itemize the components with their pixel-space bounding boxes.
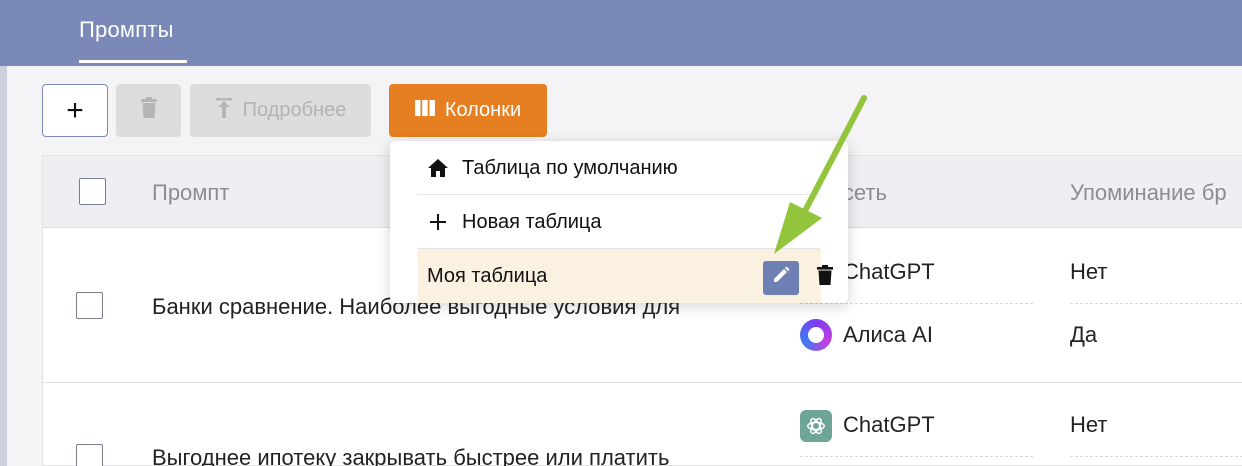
- mention-cell: Нет: [1070, 412, 1108, 437]
- active-tab-indicator: [79, 60, 187, 63]
- network-cell: ChatGPT: [843, 412, 935, 437]
- menu-item-label: Таблица по умолчанию: [462, 156, 678, 179]
- entry-divider: [1070, 303, 1242, 304]
- trash-icon: [817, 265, 833, 291]
- delete-table-button[interactable]: [810, 261, 840, 295]
- trash-icon: [140, 96, 158, 125]
- column-header-mention[interactable]: Упоминание бр: [1070, 180, 1227, 206]
- delete-button[interactable]: [116, 84, 181, 137]
- column-header-prompt[interactable]: Промпт: [152, 180, 229, 206]
- alice-icon: [800, 319, 832, 351]
- entry-divider: [800, 456, 1033, 457]
- mention-cell: Нет: [1070, 259, 1108, 284]
- row-divider: [43, 382, 1242, 383]
- columns-label: Колонки: [444, 99, 522, 121]
- network-cell: ChatGPT: [843, 259, 935, 284]
- row-checkbox[interactable]: [76, 292, 103, 319]
- left-edge: [0, 66, 7, 466]
- row-checkbox[interactable]: [76, 444, 103, 466]
- entry-divider: [1070, 456, 1242, 457]
- columns-icon: [414, 99, 435, 122]
- tab-prompts[interactable]: Промпты: [79, 17, 174, 43]
- add-button[interactable]: +: [42, 84, 108, 137]
- saved-table-label: Моя таблица: [427, 264, 548, 287]
- top-bar: Промпты: [0, 0, 1242, 66]
- select-all-checkbox[interactable]: [79, 178, 106, 205]
- upload-icon: [215, 97, 233, 125]
- network-cell: Алиса AI: [843, 322, 933, 347]
- menu-item-label: Новая таблица: [462, 210, 602, 233]
- annotation-arrow: [774, 95, 867, 254]
- chatgpt-icon: [800, 410, 832, 442]
- columns-button[interactable]: Колонки: [389, 84, 547, 137]
- prompt-cell[interactable]: Выгоднее ипотеку закрывать быстрее или п…: [152, 445, 669, 466]
- add-label: +: [66, 93, 84, 127]
- home-icon: [426, 156, 450, 180]
- edit-table-button[interactable]: [763, 261, 799, 295]
- mention-cell: Да: [1070, 322, 1098, 347]
- details-button[interactable]: Подробнее: [190, 84, 371, 137]
- pencil-icon: [772, 266, 790, 290]
- details-label: Подробнее: [242, 99, 347, 121]
- entry-divider: [800, 303, 1033, 304]
- plus-icon: [426, 210, 450, 234]
